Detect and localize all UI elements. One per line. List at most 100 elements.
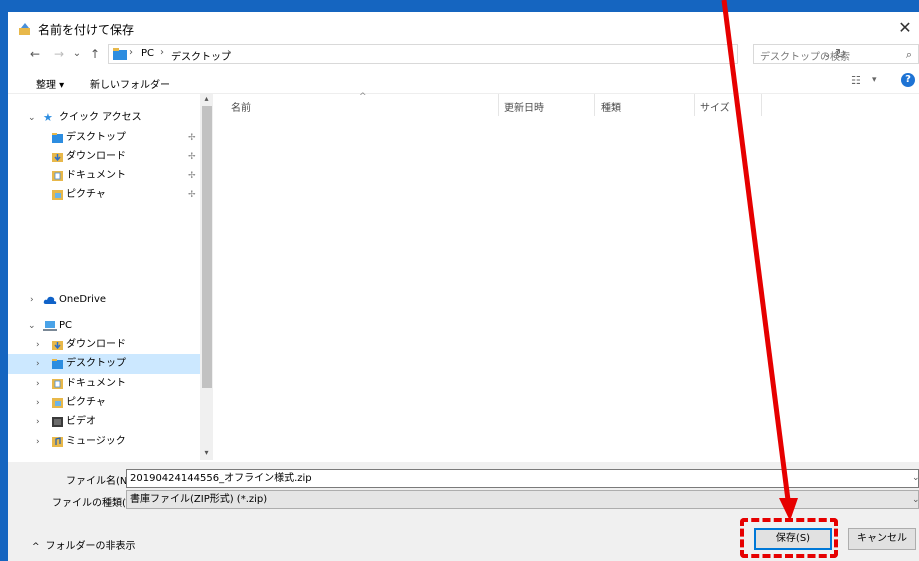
sidebar-item-label: デスクトップ — [66, 358, 126, 369]
computer-icon — [43, 321, 57, 331]
download-folder-icon — [52, 153, 63, 162]
filetype-dropdown-icon[interactable]: ⌄ — [912, 495, 919, 505]
scroll-up-arrow-icon[interactable]: ▴ — [200, 94, 213, 106]
breadcrumb-separator[interactable]: › — [129, 47, 133, 58]
column-separator[interactable] — [761, 94, 762, 116]
pictures-folder-icon — [52, 190, 63, 200]
expand-chevron-icon[interactable]: › — [36, 412, 40, 432]
filename-input[interactable]: 20190424144556_オフライン様式.zip — [126, 469, 919, 488]
sidebar-item-label: ダウンロード — [66, 151, 126, 162]
column-header-name[interactable]: 名前 — [231, 99, 251, 114]
sidebar-item-label: クイック アクセス — [59, 112, 142, 123]
close-button[interactable]: ✕ — [891, 16, 919, 40]
sidebar-item-onedrive[interactable]: › OneDrive — [8, 290, 200, 310]
pin-icon[interactable]: ✢ — [188, 147, 196, 167]
cancel-button[interactable]: キャンセル — [848, 528, 916, 550]
breadcrumb-pc[interactable]: PC — [141, 48, 154, 59]
search-icon[interactable]: ⌕ — [906, 48, 912, 62]
window-title: 名前を付けて保存 — [38, 23, 135, 37]
sidebar-item-pc-desktop[interactable]: › デスクトップ — [8, 354, 200, 374]
pin-icon[interactable]: ✢ — [188, 166, 196, 186]
sidebar-item-pc-documents[interactable]: › ドキュメント — [8, 374, 200, 394]
column-header-type[interactable]: 種類 — [601, 99, 621, 114]
file-list-area[interactable] — [216, 116, 919, 460]
column-separator[interactable] — [694, 94, 695, 116]
navigation-pane-scrollbar[interactable]: ▴ ▾ — [200, 94, 213, 460]
star-icon: ★ — [43, 111, 53, 124]
save-dialog-icon — [19, 23, 30, 35]
sidebar-item-label: ドキュメント — [66, 170, 126, 181]
sidebar-item-label: ミュージック — [66, 436, 126, 447]
navigation-pane: ⌄ ★ クイック アクセス デスクトップ ✢ ダウンロード ✢ ドキュメント ✢… — [8, 94, 200, 460]
collapse-chevron-icon[interactable]: ⌄ — [28, 108, 36, 128]
sidebar-item-pc-music[interactable]: › ミュージック — [8, 432, 200, 452]
pin-icon[interactable]: ✢ — [188, 185, 196, 205]
music-folder-icon — [52, 437, 63, 447]
column-header-modified[interactable]: 更新日時 — [504, 99, 544, 114]
sidebar-item-pc[interactable]: ⌄ PC — [8, 316, 200, 336]
documents-folder-icon — [52, 379, 63, 389]
forward-arrow-icon[interactable]: → — [50, 45, 68, 63]
address-bar[interactable]: › PC › デスクトップ › ⌄ ↻ — [108, 44, 846, 64]
sidebar-item-pictures[interactable]: ピクチャ ✢ — [8, 185, 200, 205]
sidebar-item-label: ピクチャ — [66, 189, 106, 200]
back-arrow-icon[interactable]: ← — [26, 45, 44, 63]
desktop-background-top — [0, 0, 919, 12]
title-bar: 名前を付けて保存 ✕ — [8, 12, 919, 44]
sidebar-item-pc-downloads[interactable]: › ダウンロード — [8, 335, 200, 355]
expand-chevron-icon[interactable]: › — [36, 432, 40, 452]
new-folder-button[interactable]: 新しいフォルダー — [90, 76, 170, 91]
scrollbar-thumb[interactable] — [202, 106, 212, 388]
filename-label: ファイル名(N): — [66, 476, 135, 487]
filename-dropdown-icon[interactable]: ⌄ — [912, 473, 919, 483]
sidebar-item-label: デスクトップ — [66, 132, 126, 143]
hide-folders-label: フォルダーの非表示 — [45, 541, 136, 552]
collapse-chevron-icon[interactable]: ⌄ — [28, 316, 36, 336]
expand-chevron-icon[interactable]: › — [36, 374, 40, 394]
breadcrumb-separator[interactable]: › — [160, 47, 164, 58]
sidebar-item-label: ドキュメント — [66, 378, 126, 389]
breadcrumb-separator[interactable]: › — [227, 47, 231, 58]
sidebar-item-documents[interactable]: ドキュメント ✢ — [8, 166, 200, 186]
expand-chevron-icon[interactable]: › — [30, 290, 34, 310]
filetype-select[interactable]: 書庫ファイル(ZIP形式) (*.zip) — [126, 490, 919, 509]
column-header-size[interactable]: サイズ — [700, 99, 730, 114]
sidebar-item-label: PC — [59, 320, 73, 331]
sidebar-item-pc-videos[interactable]: › ビデオ — [8, 412, 200, 432]
hide-folders-toggle[interactable]: ^ フォルダーの非表示 — [32, 537, 136, 552]
file-list-header: ^ 名前 更新日時 種類 サイズ — [216, 92, 919, 116]
navigation-bar: ← → ⌄ ↑ › PC › デスクトップ › ⌄ ↻ デスクトップの検索 ⌕ — [8, 44, 919, 66]
search-placeholder: デスクトップの検索 — [760, 52, 850, 63]
up-arrow-icon[interactable]: ↑ — [86, 45, 104, 63]
sidebar-item-pc-pictures[interactable]: › ピクチャ — [8, 393, 200, 413]
help-icon[interactable]: ? — [901, 73, 915, 87]
scroll-down-arrow-icon[interactable]: ▾ — [200, 448, 213, 460]
save-as-dialog: 名前を付けて保存 ✕ ← → ⌄ ↑ › PC › デスクトップ › ⌄ ↻ デ… — [0, 0, 919, 561]
documents-folder-icon — [52, 171, 63, 181]
sidebar-item-label: OneDrive — [59, 294, 107, 305]
folder-icon — [113, 48, 127, 60]
column-separator[interactable] — [594, 94, 595, 116]
expand-chevron-icon[interactable]: › — [36, 393, 40, 413]
command-toolbar: 整理 ▾ 新しいフォルダー ☷ ▾ ? — [8, 68, 919, 94]
view-options-icon[interactable]: ☷ — [851, 74, 861, 87]
breadcrumb-desktop[interactable]: デスクトップ — [171, 48, 231, 63]
organize-menu-button[interactable]: 整理 ▾ — [36, 76, 64, 91]
pin-icon[interactable]: ✢ — [188, 128, 196, 148]
desktop-folder-icon — [52, 359, 63, 369]
sort-ascending-icon: ^ — [359, 92, 367, 102]
pictures-folder-icon — [52, 398, 63, 408]
view-dropdown-icon[interactable]: ▾ — [872, 75, 877, 85]
desktop-background-left — [0, 0, 8, 561]
sidebar-item-quick-access[interactable]: ⌄ ★ クイック アクセス — [8, 108, 200, 128]
sidebar-item-downloads[interactable]: ダウンロード ✢ — [8, 147, 200, 167]
sidebar-item-label: ビデオ — [66, 416, 96, 427]
annotation-highlight-box — [740, 518, 838, 558]
chevron-up-icon: ^ — [32, 542, 40, 552]
column-separator[interactable] — [498, 94, 499, 116]
recent-locations-icon[interactable]: ⌄ — [68, 45, 86, 63]
expand-chevron-icon[interactable]: › — [36, 335, 40, 355]
sidebar-item-desktop[interactable]: デスクトップ ✢ — [8, 128, 200, 148]
expand-chevron-icon[interactable]: › — [36, 354, 40, 374]
search-input[interactable]: デスクトップの検索 ⌕ — [753, 44, 919, 64]
